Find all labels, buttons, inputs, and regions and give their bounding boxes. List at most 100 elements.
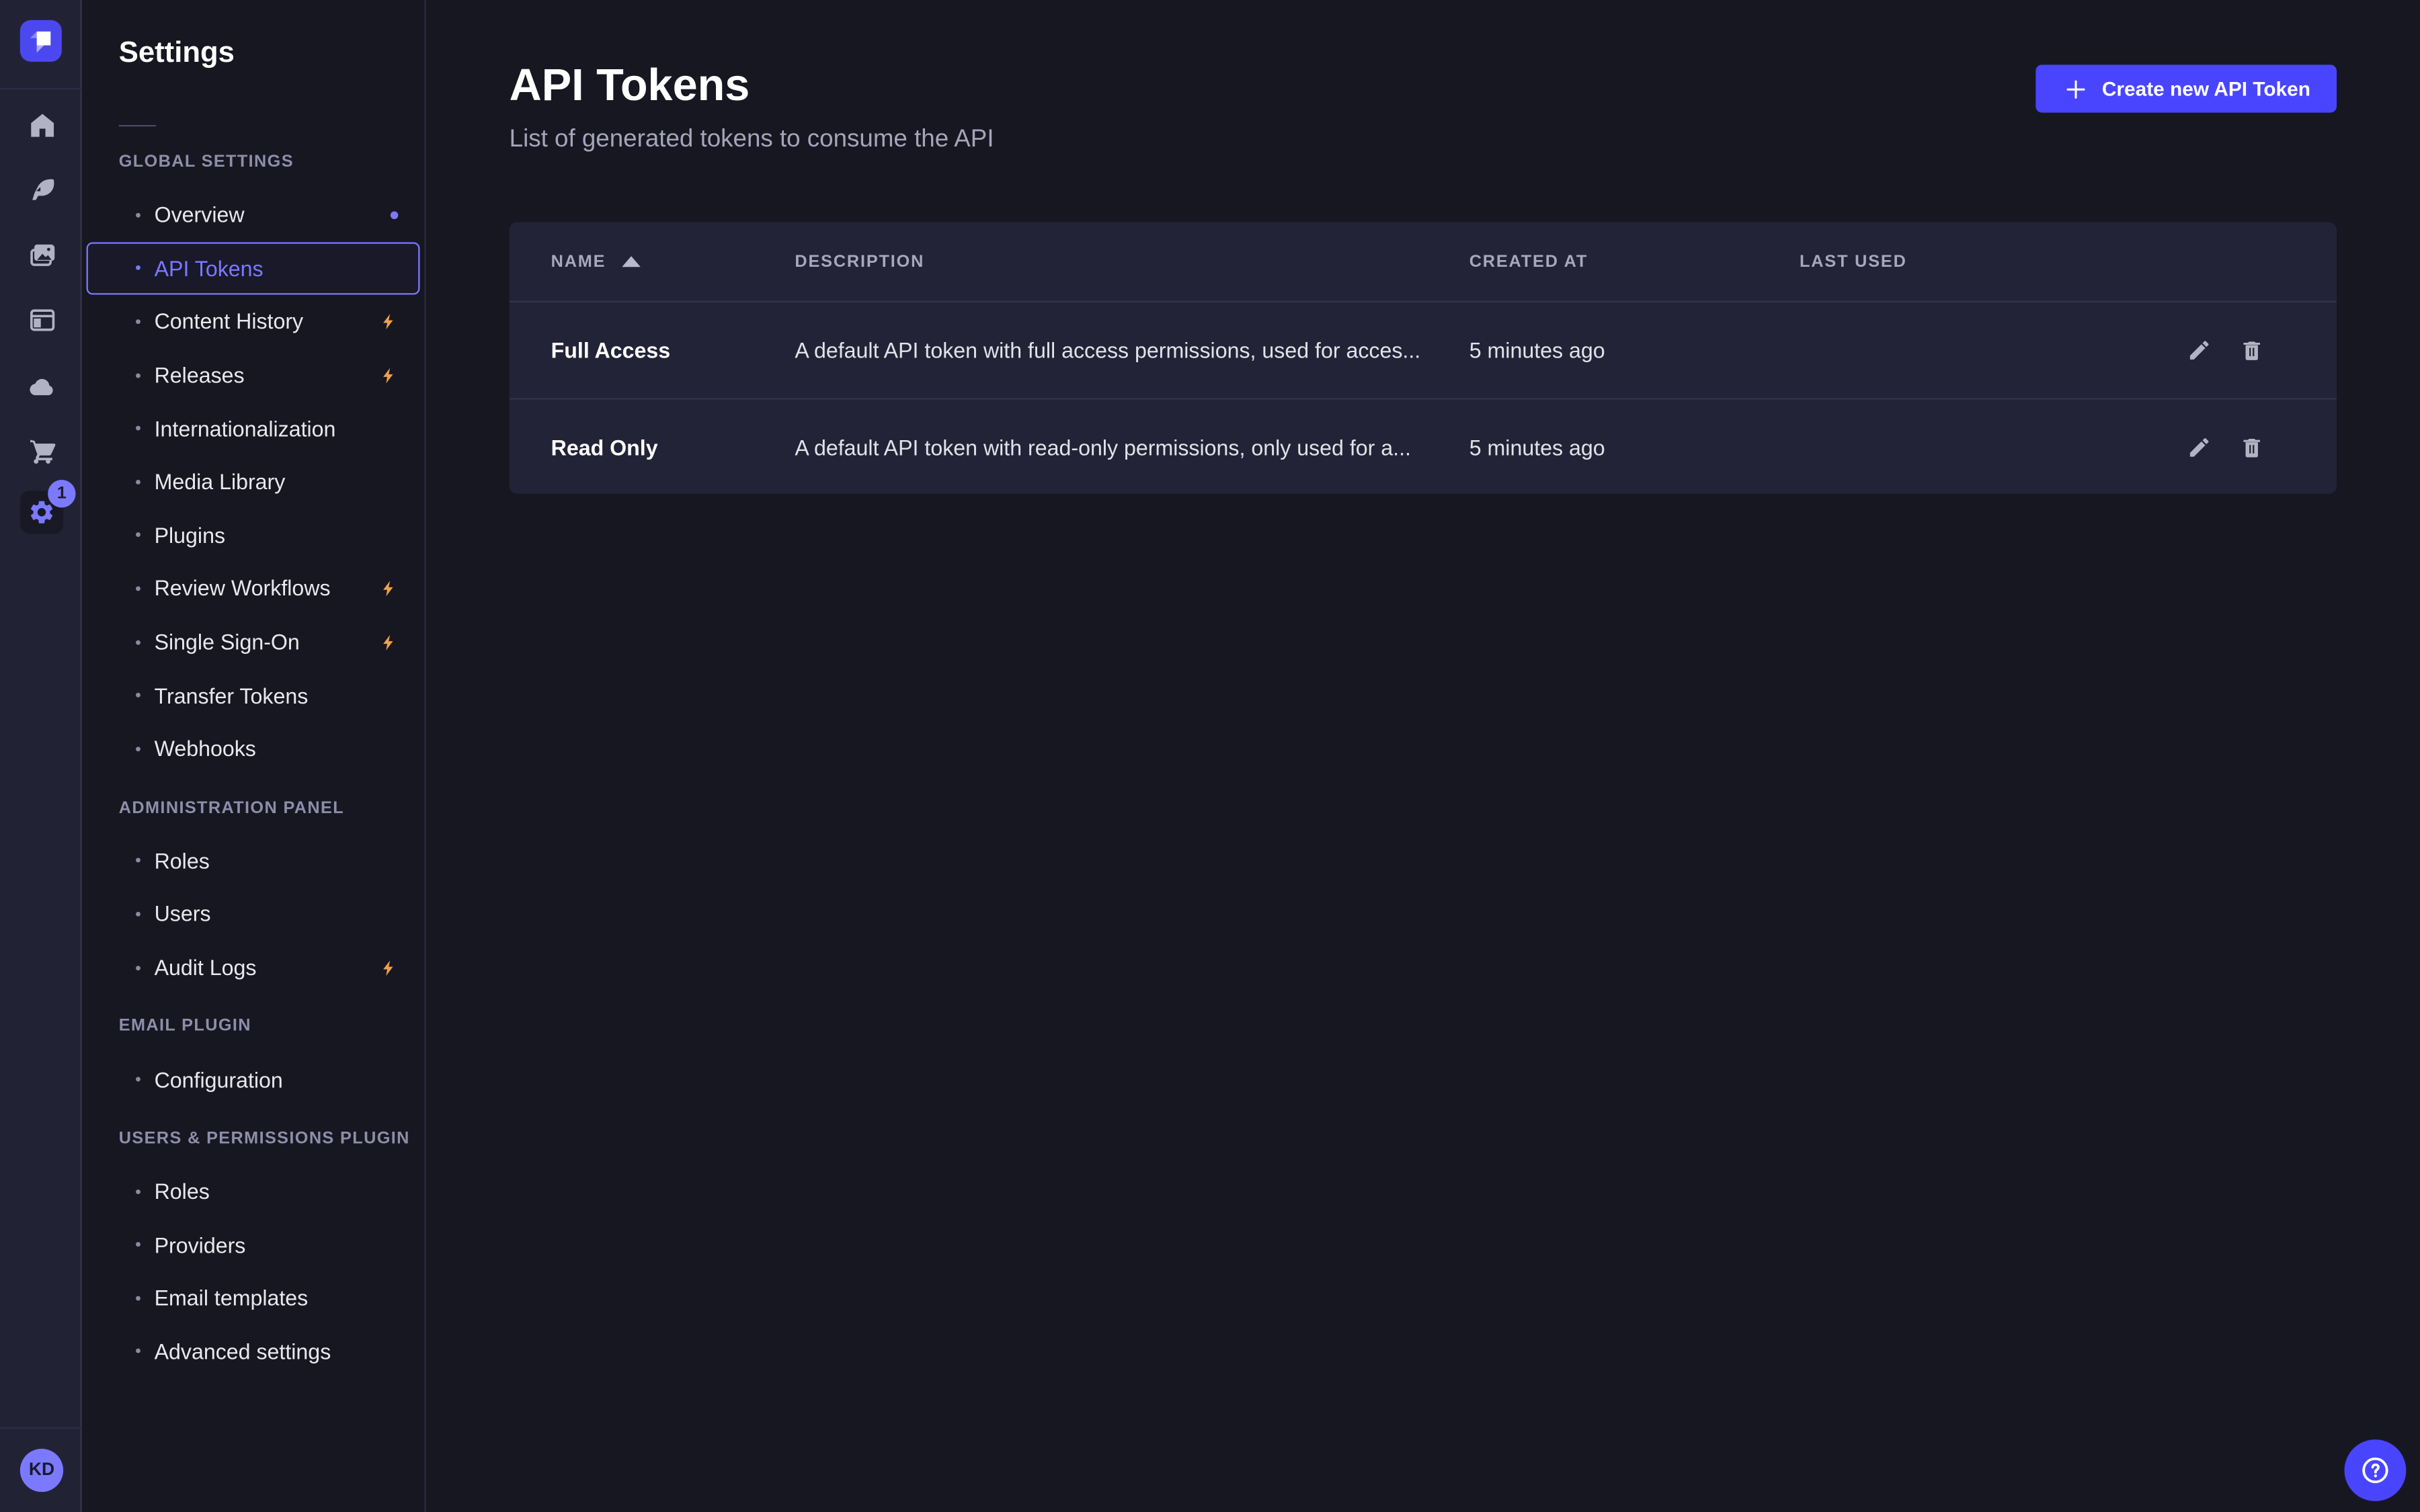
token-created-at: 5 minutes ago — [1469, 338, 1800, 363]
settings-notification-badge: 1 — [48, 480, 75, 507]
subnav-title: Settings — [119, 37, 425, 71]
column-header-last-used: LAST USED — [1800, 252, 2130, 271]
subnav-item-admin-roles[interactable]: Roles — [87, 834, 420, 887]
nav-settings-button[interactable]: 1 — [20, 491, 63, 534]
premium-lightning-icon — [380, 364, 399, 386]
users-permissions-list: Roles Providers Email templates Advanced… — [82, 1165, 425, 1378]
bullet-icon — [136, 693, 140, 698]
nav-media-library-button[interactable] — [11, 224, 73, 286]
premium-lightning-icon — [380, 577, 399, 600]
column-header-description: DESCRIPTION — [795, 252, 1469, 271]
bullet-icon — [136, 533, 140, 538]
bullet-icon — [136, 1077, 140, 1082]
bullet-icon — [136, 1349, 140, 1354]
subnav-item-up-roles[interactable]: Roles — [87, 1165, 420, 1218]
help-question-icon — [2358, 1454, 2392, 1488]
edit-token-button[interactable] — [2187, 338, 2212, 363]
bullet-icon — [136, 912, 140, 917]
delete-token-button[interactable] — [2239, 338, 2264, 363]
subnav-item-admin-users[interactable]: Users — [87, 887, 420, 940]
nav-deploy-button[interactable] — [11, 355, 73, 417]
pencil-icon — [2187, 434, 2212, 459]
column-header-name[interactable]: NAME — [551, 252, 606, 271]
premium-lightning-icon — [380, 310, 399, 333]
notification-dot-icon — [391, 211, 398, 218]
subnav-item-providers[interactable]: Providers — [87, 1218, 420, 1271]
bullet-icon — [136, 747, 140, 751]
create-api-token-button[interactable]: Create new API Token — [2035, 65, 2337, 112]
token-name: Full Access — [551, 338, 795, 363]
settings-subnav: Settings GLOBAL SETTINGS Overview API To… — [82, 0, 426, 1512]
strapi-admin-app: 1 KD Settings GLOBAL SETTINGS Overview A… — [0, 0, 2420, 1512]
plus-icon — [2062, 75, 2089, 102]
section-label-users-permissions-plugin: USERS & PERMISSIONS PLUGIN — [119, 1128, 425, 1149]
subnav-item-plugins[interactable]: Plugins — [87, 509, 420, 562]
layout-builder-icon — [26, 303, 58, 335]
subnav-item-transfer-tokens[interactable]: Transfer Tokens — [87, 669, 420, 722]
cloud-icon — [26, 370, 58, 402]
token-created-at: 5 minutes ago — [1469, 434, 1800, 459]
subnav-item-review-workflows[interactable]: Review Workflows — [87, 562, 420, 615]
help-button[interactable] — [2345, 1439, 2407, 1501]
bullet-icon — [136, 479, 140, 484]
home-icon — [26, 109, 58, 141]
bullet-icon — [136, 586, 140, 591]
nav-content-type-builder-button[interactable] — [11, 288, 73, 350]
bullet-icon — [136, 640, 140, 644]
subnav-item-releases[interactable]: Releases — [87, 348, 420, 401]
bullet-icon — [136, 965, 140, 970]
nav-marketplace-button[interactable] — [11, 419, 73, 481]
nav-content-manager-button[interactable] — [11, 159, 73, 220]
api-tokens-page: API Tokens List of generated tokens to c… — [426, 0, 2420, 1512]
page-title: API Tokens — [510, 62, 994, 113]
feather-pen-icon — [26, 173, 58, 206]
trash-icon — [2239, 434, 2264, 459]
bullet-icon — [136, 319, 140, 324]
bullet-icon — [136, 426, 140, 431]
section-label-administration-panel: ADMINISTRATION PANEL — [119, 797, 425, 818]
subnav-item-internationalization[interactable]: Internationalization — [87, 402, 420, 455]
subnav-item-webhooks[interactable]: Webhooks — [87, 722, 420, 775]
global-settings-list: Overview API Tokens Content History Rele… — [82, 188, 425, 775]
bullet-icon — [136, 266, 140, 271]
nav-home-button[interactable] — [11, 94, 73, 156]
bullet-icon — [136, 1296, 140, 1300]
bullet-icon — [136, 373, 140, 378]
delete-token-button[interactable] — [2239, 434, 2264, 459]
bullet-icon — [136, 1243, 140, 1247]
bullet-icon — [136, 858, 140, 863]
subnav-item-advanced-settings[interactable]: Advanced settings — [87, 1325, 420, 1378]
section-label-email-plugin: EMAIL PLUGIN — [119, 1015, 425, 1037]
main-nav-rail: 1 KD — [0, 0, 82, 1512]
token-name: Read Only — [551, 434, 795, 459]
table-row[interactable]: Read Only A default API token with read-… — [510, 398, 2337, 493]
table-header-row: NAME DESCRIPTION CREATED AT LAST USED — [510, 222, 2337, 302]
subnav-item-email-configuration[interactable]: Configuration — [87, 1053, 420, 1106]
shopping-cart-icon — [26, 434, 58, 466]
email-plugin-list: Configuration — [82, 1053, 425, 1106]
section-label-global-settings: GLOBAL SETTINGS — [119, 151, 425, 173]
premium-lightning-icon — [380, 956, 399, 978]
table-row[interactable]: Full Access A default API token with ful… — [510, 302, 2337, 398]
rail-bottom-divider — [0, 1427, 82, 1429]
media-library-icon — [26, 239, 58, 271]
subnav-title-divider — [119, 125, 156, 126]
column-header-created-at: CREATED AT — [1469, 252, 1800, 271]
administration-panel-list: Roles Users Audit Logs — [82, 834, 425, 994]
subnav-item-api-tokens[interactable]: API Tokens — [87, 242, 420, 295]
subnav-item-audit-logs[interactable]: Audit Logs — [87, 941, 420, 994]
bullet-icon — [136, 212, 140, 217]
user-avatar[interactable]: KD — [20, 1449, 63, 1492]
sort-ascending-icon[interactable] — [621, 256, 640, 267]
subnav-item-media-library[interactable]: Media Library — [87, 455, 420, 508]
api-tokens-table: NAME DESCRIPTION CREATED AT LAST USED Fu… — [510, 222, 2337, 494]
bullet-icon — [136, 1189, 140, 1193]
strapi-logo-button[interactable] — [20, 20, 62, 62]
strapi-logo-icon — [20, 20, 62, 62]
edit-token-button[interactable] — [2187, 434, 2212, 459]
page-subtitle: List of generated tokens to consume the … — [510, 126, 994, 154]
subnav-item-email-templates[interactable]: Email templates — [87, 1271, 420, 1325]
subnav-item-single-sign-on[interactable]: Single Sign-On — [87, 615, 420, 668]
subnav-item-overview[interactable]: Overview — [87, 188, 420, 241]
subnav-item-content-history[interactable]: Content History — [87, 295, 420, 348]
